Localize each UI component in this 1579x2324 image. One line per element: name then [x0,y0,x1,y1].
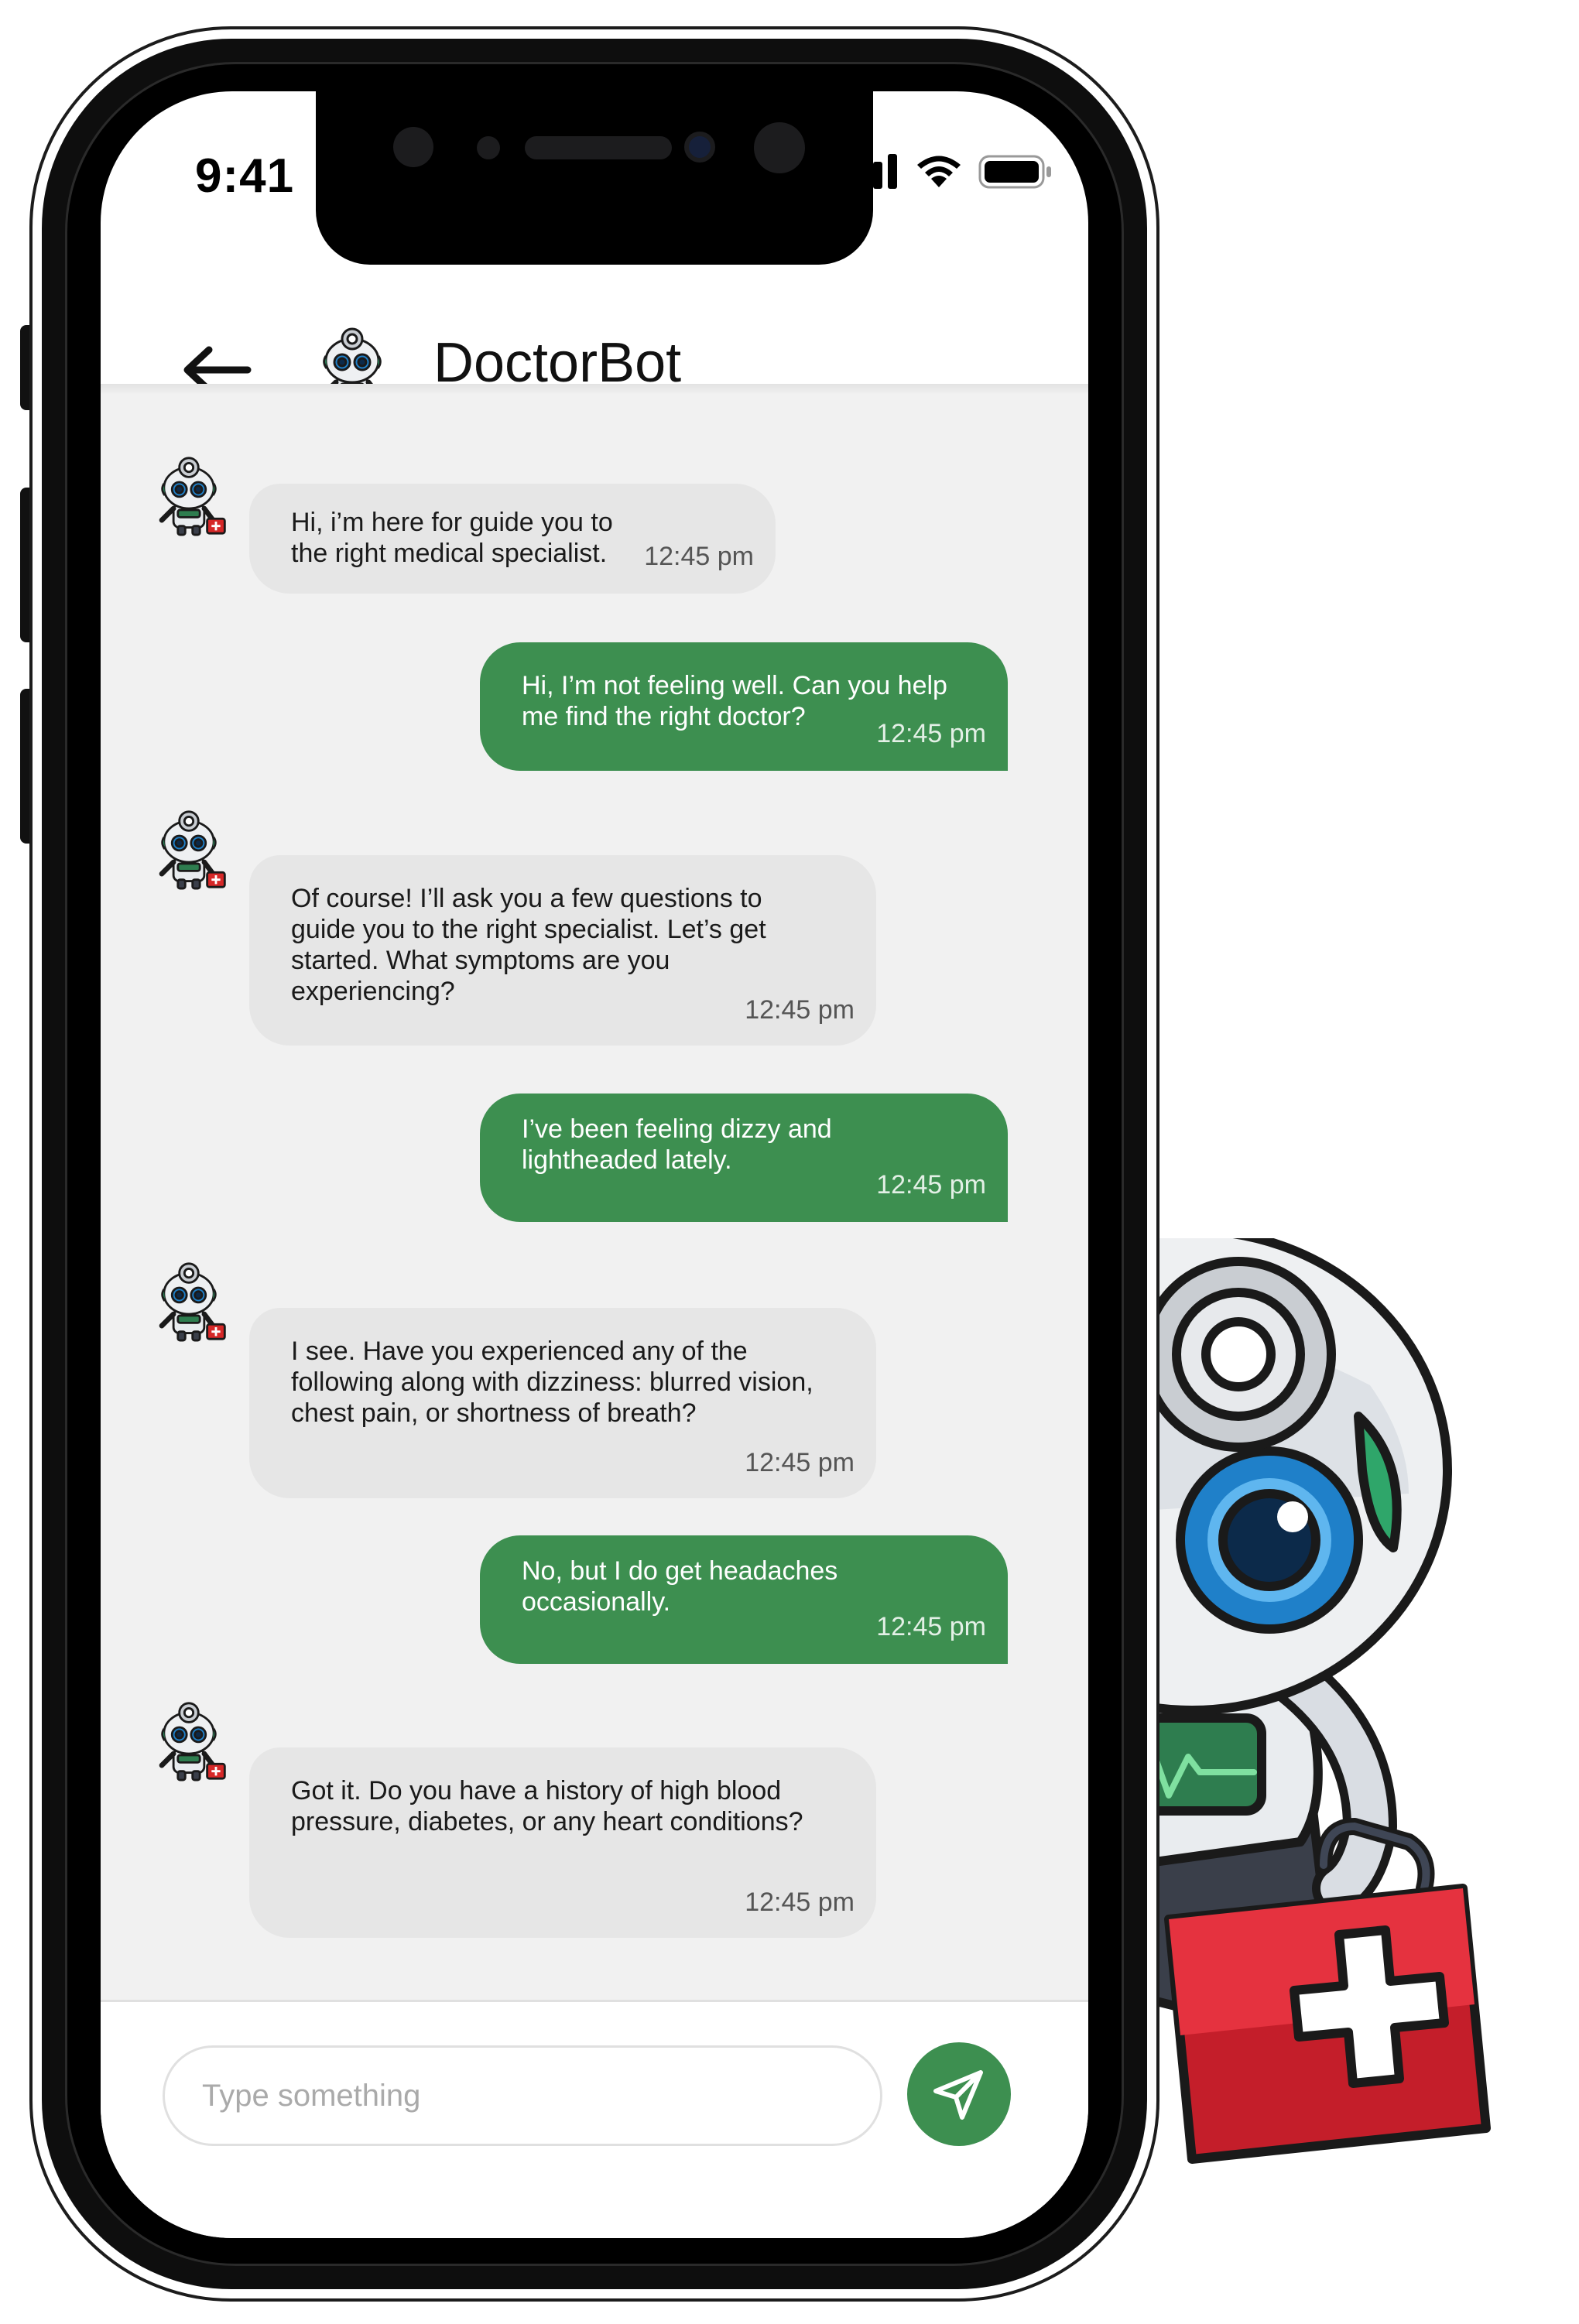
message-composer [101,2000,1088,2238]
bot-message: I see. Have you experienced any of the f… [249,1308,876,1498]
notch [316,91,873,265]
bot-message: Hi, i’m here for guide you to the right … [249,484,776,594]
sensor-dot [754,122,805,173]
bot-message: Of course! I’ll ask you a few questions … [249,855,876,1046]
message-text: I see. Have you experienced any of the f… [291,1337,813,1428]
message-time: 12:45 pm [876,1170,986,1200]
user-message: Hi, I’m not feeling well. Can you help m… [480,642,1008,771]
status-time: 9:41 [195,149,295,203]
send-button[interactable] [907,2042,1011,2146]
message-text: Of course! I’ll ask you a few questions … [291,884,766,1006]
header-divider [101,384,1088,395]
message-time: 12:45 pm [644,542,754,571]
message-time: 12:45 pm [745,995,855,1025]
bot-message: Got it. Do you have a history of high bl… [249,1747,876,1938]
sensor-dot [477,136,500,159]
send-icon [933,2070,983,2120]
message-time: 12:45 pm [876,1612,986,1641]
phone-screen: 9:41 DoctorBot Hi, i’m here for guide yo… [101,91,1088,2238]
message-time: 12:45 pm [876,719,986,748]
message-input[interactable] [163,2045,882,2146]
message-avatar [159,457,226,536]
user-message: I’ve been feeling dizzy and lightheaded … [480,1094,1008,1222]
home-indicator [511,2212,681,2220]
message-avatar [159,810,226,890]
status-icons [842,153,1053,190]
message-text: Hi, i’m here for guide you to the right … [291,508,613,568]
front-camera [684,132,715,163]
message-avatar [159,1262,226,1342]
message-text: No, but I do get headaches occasionally. [522,1556,838,1617]
battery-icon [978,155,1051,189]
message-time: 12:45 pm [745,1888,855,1917]
message-text: I’ve been feeling dizzy and lightheaded … [522,1114,832,1175]
message-list: Hi, i’m here for guide you to the right … [101,395,1088,2000]
message-text: Got it. Do you have a history of high bl… [291,1776,803,1836]
earpiece-speaker [525,136,672,159]
message-avatar [159,1702,226,1782]
sensor-dot [393,127,433,167]
message-time: 12:45 pm [745,1448,855,1477]
user-message: No, but I do get headaches occasionally.… [480,1535,1008,1664]
wifi-icon [917,156,961,187]
